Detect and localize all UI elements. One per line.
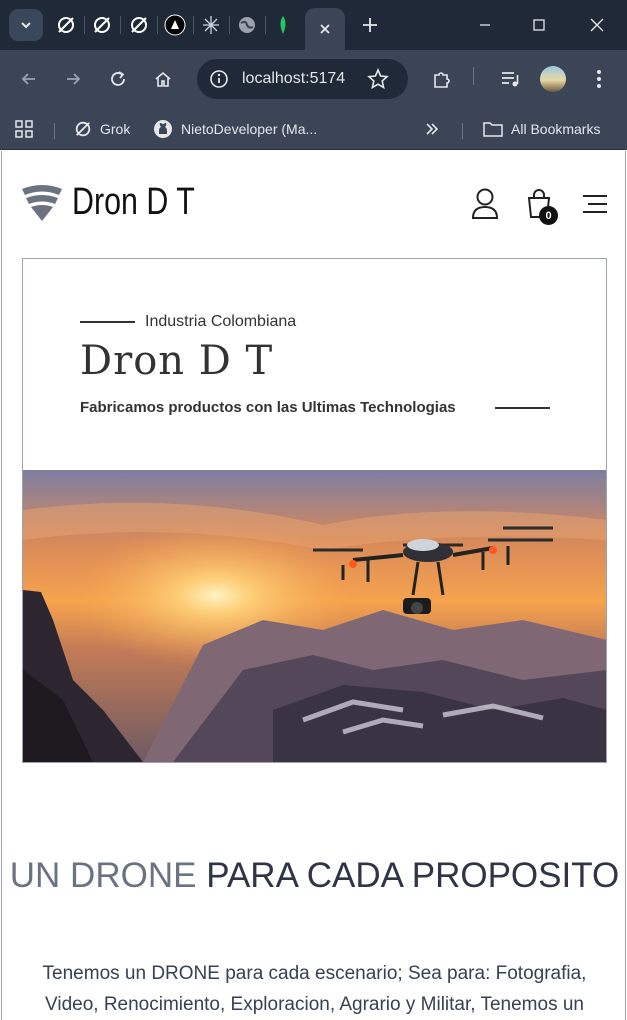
bookmark-separator bbox=[54, 123, 55, 139]
bookmark-label: Grok bbox=[100, 121, 131, 137]
address-text[interactable]: localhost:5174 bbox=[242, 70, 345, 88]
hero-card: Industria Colombiana Dron D T Fabricamos… bbox=[22, 258, 607, 763]
hero-title: Dron D T bbox=[80, 338, 274, 384]
bookmark-label: NietoDeveloper (Ma... bbox=[181, 121, 318, 137]
user-icon[interactable] bbox=[471, 187, 499, 221]
bookmark-label: All Bookmarks bbox=[511, 121, 601, 137]
browser-menu-button[interactable] bbox=[586, 66, 612, 92]
site-info-icon[interactable] bbox=[209, 69, 229, 89]
maximize-icon bbox=[533, 19, 545, 31]
hero-kicker: Industria Colombiana bbox=[145, 313, 297, 330]
profile-avatar[interactable] bbox=[540, 66, 566, 92]
bookmark-grok[interactable]: Grok bbox=[74, 116, 130, 142]
bookmark-separator bbox=[462, 123, 463, 139]
extensions-button[interactable] bbox=[429, 66, 455, 92]
tab-separator bbox=[193, 16, 194, 34]
close-icon[interactable] bbox=[318, 22, 332, 36]
section-description: Tenemos un DRONE para cada escenario; Se… bbox=[42, 963, 587, 1015]
bookmarks-bar: Grok NietoDeveloper (Ma... All Bookmarks bbox=[0, 108, 627, 150]
playlist-icon bbox=[502, 72, 519, 87]
globe-icon[interactable] bbox=[235, 13, 259, 37]
minimize-icon bbox=[480, 24, 490, 26]
forward-button[interactable] bbox=[60, 66, 86, 92]
home-button[interactable] bbox=[150, 66, 176, 92]
plus-icon bbox=[363, 18, 377, 32]
all-bookmarks-button[interactable]: All Bookmarks bbox=[483, 116, 600, 142]
home-icon bbox=[155, 71, 171, 87]
drone-sunset-image bbox=[23, 470, 606, 762]
tab-strip bbox=[0, 0, 627, 50]
apps-grid-icon bbox=[15, 120, 33, 138]
github-icon bbox=[154, 120, 172, 138]
hero-subtitle: Fabricamos productos con las Ultimas Tec… bbox=[80, 399, 456, 416]
nextjs-icon[interactable] bbox=[163, 13, 187, 37]
toolbar-separator bbox=[473, 67, 474, 85]
decorative-line bbox=[495, 407, 550, 409]
address-bar[interactable]: localhost:5174 bbox=[197, 59, 408, 99]
bookmark-github[interactable]: NietoDeveloper (Ma... bbox=[153, 116, 317, 142]
cart-count-badge: 0 bbox=[539, 206, 558, 225]
bookmark-star-icon[interactable] bbox=[367, 68, 389, 90]
close-icon bbox=[590, 18, 604, 32]
browser-toolbar: localhost:5174 bbox=[0, 50, 627, 108]
puzzle-icon bbox=[434, 72, 450, 88]
mongodb-icon[interactable] bbox=[271, 13, 295, 37]
grok-icon[interactable] bbox=[90, 13, 114, 37]
active-tab[interactable] bbox=[305, 8, 345, 50]
more-bookmarks-button[interactable] bbox=[424, 116, 440, 142]
decorative-line bbox=[80, 321, 135, 323]
perplexity-icon[interactable] bbox=[199, 13, 223, 37]
tab-separator bbox=[265, 16, 266, 34]
double-chevron-right-icon bbox=[426, 123, 439, 135]
section-title: UN DRONE PARA CADA PROPOSITO bbox=[2, 854, 625, 898]
kebab-menu-icon bbox=[597, 70, 601, 88]
grok-icon bbox=[75, 121, 91, 137]
tab-separator bbox=[157, 16, 158, 34]
minimize-button[interactable] bbox=[470, 10, 500, 40]
media-control-button[interactable] bbox=[497, 66, 523, 92]
tab-separator bbox=[229, 16, 230, 34]
grok-icon[interactable] bbox=[54, 13, 78, 37]
web-page: Dron D T 0 Industria Colombiana Dron D T… bbox=[1, 151, 626, 1020]
tab-separator bbox=[120, 16, 121, 34]
tab-search-button[interactable] bbox=[9, 9, 43, 41]
arrow-left-icon bbox=[21, 73, 35, 85]
apps-button[interactable] bbox=[15, 116, 33, 142]
arrow-right-icon bbox=[67, 73, 81, 85]
grok-icon[interactable] bbox=[127, 13, 151, 37]
close-window-button[interactable] bbox=[582, 10, 612, 40]
maximize-button[interactable] bbox=[524, 10, 554, 40]
new-tab-button[interactable] bbox=[358, 13, 382, 37]
tab-separator bbox=[84, 16, 85, 34]
reload-icon bbox=[111, 71, 125, 86]
back-button[interactable] bbox=[16, 66, 42, 92]
folder-icon bbox=[483, 122, 503, 137]
section-title-bold: PARA CADA PROPOSITO bbox=[206, 856, 620, 895]
brand-logo-icon[interactable] bbox=[21, 183, 63, 223]
section-title-light: UN DRONE bbox=[9, 856, 197, 895]
hamburger-menu-icon[interactable] bbox=[582, 194, 608, 214]
chevron-down-icon bbox=[21, 22, 31, 29]
reload-button[interactable] bbox=[105, 66, 131, 92]
brand-name[interactable]: Dron D T bbox=[72, 181, 195, 224]
